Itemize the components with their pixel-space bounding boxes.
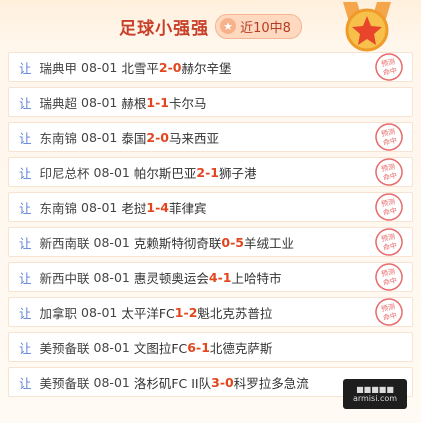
home-score: 6: [187, 339, 196, 355]
prediction-hit-stamp-icon: 预测命中: [375, 228, 403, 256]
away-score: 1: [201, 339, 210, 355]
home-score: 1: [146, 94, 156, 110]
league-name: 美预备联: [39, 340, 90, 356]
home-team: 惠灵顿奥运会: [133, 270, 209, 286]
away-team: 菲律宾: [168, 200, 207, 216]
handicap-tag: 让: [19, 375, 32, 391]
away-team: 魁北克苏普拉: [197, 305, 273, 321]
match-date: 08-01: [81, 94, 118, 110]
home-score: 3: [211, 374, 220, 390]
league-name: 东南锦: [39, 130, 78, 146]
home-team: 洛杉矶FC II队: [133, 375, 212, 391]
panel-title: 足球小强强: [119, 18, 210, 39]
away-score: 1: [160, 94, 169, 110]
home-score: 2: [158, 59, 168, 75]
watermark-line2: armisi.com: [352, 394, 398, 403]
match-date: 08-01: [93, 164, 130, 180]
match-date: 08-01: [81, 129, 118, 145]
league-name: 东南锦: [39, 200, 78, 216]
watermark-line1: ■■■■■: [356, 385, 394, 394]
home-score: 2: [196, 164, 206, 180]
match-row[interactable]: 让瑞典超 08-01 赫根 1 - 1 卡尔马: [8, 87, 413, 117]
handicap-tag: 让: [19, 305, 32, 321]
handicap-tag: 让: [19, 235, 32, 251]
away-score: 2: [188, 304, 198, 320]
away-score: 1: [222, 269, 232, 285]
league-name: 加拿职: [39, 305, 78, 321]
match-row[interactable]: 让美预备联 08-01 文图拉FC 6 - 1 北德克萨斯: [8, 332, 413, 362]
prediction-hit-stamp-icon: 预测命中: [375, 263, 403, 291]
away-team: 上哈特市: [231, 270, 282, 286]
home-score: 2: [146, 129, 156, 145]
league-name: 新西中联: [39, 270, 90, 286]
handicap-tag: 让: [19, 200, 32, 216]
league-name: 新西南联: [39, 235, 90, 251]
home-team: 文图拉FC: [133, 340, 188, 356]
away-score: 4: [160, 199, 169, 215]
league-name: 美预备联: [39, 375, 90, 391]
home-score: 0: [221, 234, 231, 250]
away-team: 赫尔辛堡: [181, 60, 232, 76]
league-name: 瑞典超: [39, 95, 78, 111]
match-row[interactable]: 让加拿职 08-01 太平洋FC 1 - 2 魁北克苏普拉 预测 命中: [8, 297, 413, 327]
match-date: 08-01: [93, 269, 130, 285]
match-date: 08-01: [93, 234, 130, 250]
home-team: 老挝: [121, 200, 147, 216]
home-score: 4: [208, 269, 218, 285]
prediction-hit-stamp-icon: 预测命中: [375, 123, 403, 151]
match-date: 08-01: [81, 199, 118, 215]
match-date: 08-01: [81, 59, 118, 75]
prediction-hit-stamp-icon: 预测命中: [375, 158, 403, 186]
home-score: 1: [146, 199, 156, 215]
prediction-hit-stamp-icon: 预测命中: [375, 193, 403, 221]
home-team: 泰国: [121, 130, 147, 146]
away-score: 0: [160, 129, 169, 145]
league-name: 瑞典甲: [39, 60, 78, 76]
home-team: 太平洋FC: [121, 305, 175, 321]
match-date: 08-01: [93, 339, 130, 355]
away-team: 卡尔马: [168, 95, 207, 111]
handicap-tag: 让: [19, 95, 32, 111]
away-score: 1: [210, 164, 219, 180]
record-badge-text: 近10中8: [240, 20, 291, 36]
away-team: 马来西亚: [168, 130, 219, 146]
match-date: 08-01: [93, 374, 130, 390]
match-row[interactable]: 让东南锦 08-01 泰国 2 - 0 马来西亚 预测 命中: [8, 122, 413, 152]
prediction-hit-stamp-icon: 预测命中: [375, 298, 403, 326]
prediction-hit-stamp-icon: 预测命中: [375, 53, 403, 81]
match-row[interactable]: 让新西中联 08-01 惠灵顿奥运会 4 - 1 上哈特市 预测 命中: [8, 262, 413, 292]
match-row[interactable]: 让新西南联 08-01 克赖斯特彻奇联 0 - 5 羊绒工业 预测 命中: [8, 227, 413, 257]
record-badge: ★ 近10中8: [215, 13, 302, 39]
away-score: 0: [172, 59, 182, 75]
prediction-panel: 足球小强强 ★ 近10中8 让瑞典甲 08-01 北雪平 2 - 0 赫尔辛堡 预测 命中让…: [0, 0, 421, 423]
away-team: 羊绒工业: [243, 235, 294, 251]
match-row[interactable]: 让印尼总杯 08-01 帕尔斯巴亚 2 - 1 狮子港 预测 命中: [8, 157, 413, 187]
away-team: 狮子港: [218, 165, 257, 181]
away-score: 5: [235, 234, 244, 250]
home-team: 北雪平: [121, 60, 159, 76]
handicap-tag: 让: [19, 60, 32, 76]
handicap-tag: 让: [19, 270, 32, 286]
home-score: 1: [174, 304, 184, 320]
match-row[interactable]: 让瑞典甲 08-01 北雪平 2 - 0 赫尔辛堡 预测 命中: [8, 52, 413, 82]
handicap-tag: 让: [19, 130, 32, 146]
league-name: 印尼总杯: [39, 165, 90, 181]
match-date: 08-01: [81, 304, 118, 320]
away-team: 北德克萨斯: [209, 340, 273, 356]
medal-star-icon: [343, 2, 391, 52]
watermark-logo: ■■■■■ armisi.com: [343, 379, 407, 409]
star-icon: ★: [220, 18, 237, 34]
handicap-tag: 让: [19, 340, 32, 356]
home-team: 帕尔斯巴亚: [133, 165, 197, 181]
panel-header: 足球小强强 ★ 近10中8: [8, 0, 413, 52]
match-list: 让瑞典甲 08-01 北雪平 2 - 0 赫尔辛堡 预测 命中让瑞典超 08-01 赫根 1 - …: [8, 52, 413, 397]
home-team: 克赖斯特彻奇联: [133, 235, 222, 251]
match-row[interactable]: 让东南锦 08-01 老挝 1 - 4 菲律宾 预测 命中: [8, 192, 413, 222]
away-score: 0: [225, 374, 234, 390]
away-team: 科罗拉多急流: [233, 375, 309, 391]
handicap-tag: 让: [19, 165, 32, 181]
home-team: 赫根: [121, 95, 147, 111]
